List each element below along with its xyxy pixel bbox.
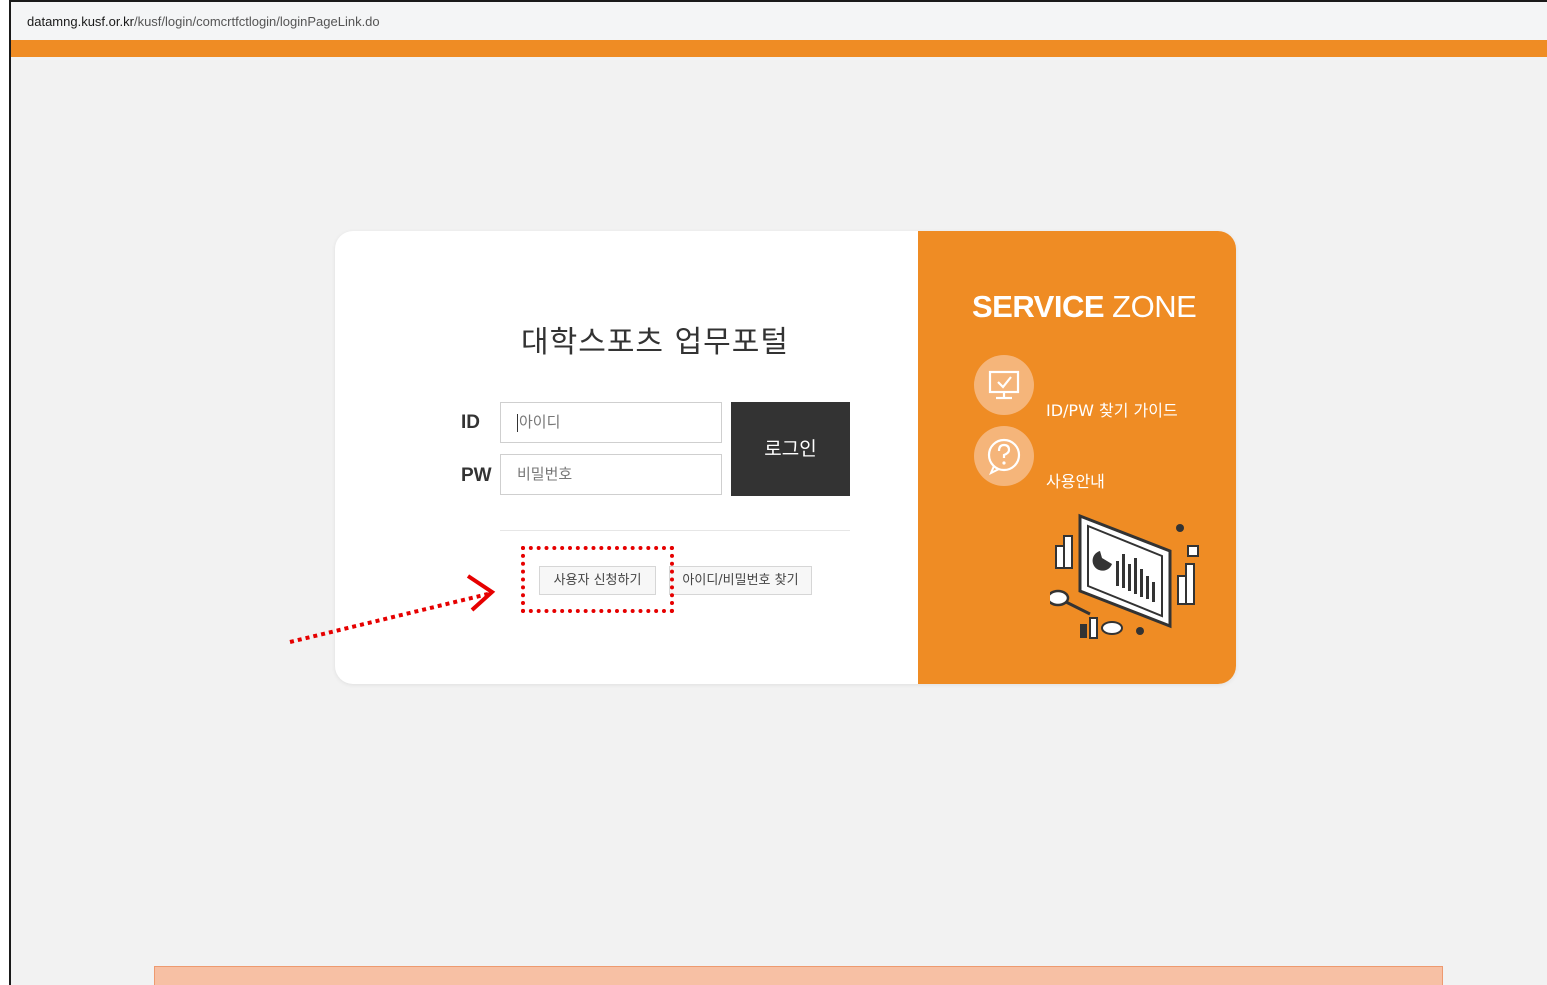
address-bar[interactable]: datamng.kusf.or.kr/kusf/login/comcrtfctl… xyxy=(11,2,1547,40)
annotation-highlight-box xyxy=(521,546,674,613)
usage-guide-link[interactable]: 사용안내 xyxy=(1046,468,1105,492)
text-cursor xyxy=(517,413,518,432)
question-icon[interactable] xyxy=(974,426,1034,486)
service-zone-panel: SERVICE ZONE ID/PW 찾기 가이드 사용안내 xyxy=(918,231,1236,684)
id-input[interactable]: 아이디 xyxy=(500,402,722,443)
id-label: ID xyxy=(461,412,480,433)
annotation-arrow-icon xyxy=(289,574,496,644)
bottom-notice-box xyxy=(154,966,1443,985)
login-button[interactable]: 로그인 xyxy=(731,402,850,496)
monitor-check-icon[interactable] xyxy=(974,355,1034,415)
id-pw-guide-link[interactable]: ID/PW 찾기 가이드 xyxy=(1046,397,1178,421)
service-zone-title: SERVICE ZONE xyxy=(972,289,1197,324)
page-title: 대학스포츠 업무포털 xyxy=(521,325,789,360)
find-id-password-button[interactable]: 아이디/비밀번호 찾기 xyxy=(669,566,812,595)
pw-label: PW xyxy=(461,465,492,486)
divider xyxy=(500,530,850,531)
password-input[interactable]: 비밀번호 xyxy=(500,454,722,495)
analytics-illustration xyxy=(1046,506,1210,655)
url-text: datamng.kusf.or.kr/kusf/login/comcrtfctl… xyxy=(27,14,380,29)
top-header-bar xyxy=(11,40,1547,57)
